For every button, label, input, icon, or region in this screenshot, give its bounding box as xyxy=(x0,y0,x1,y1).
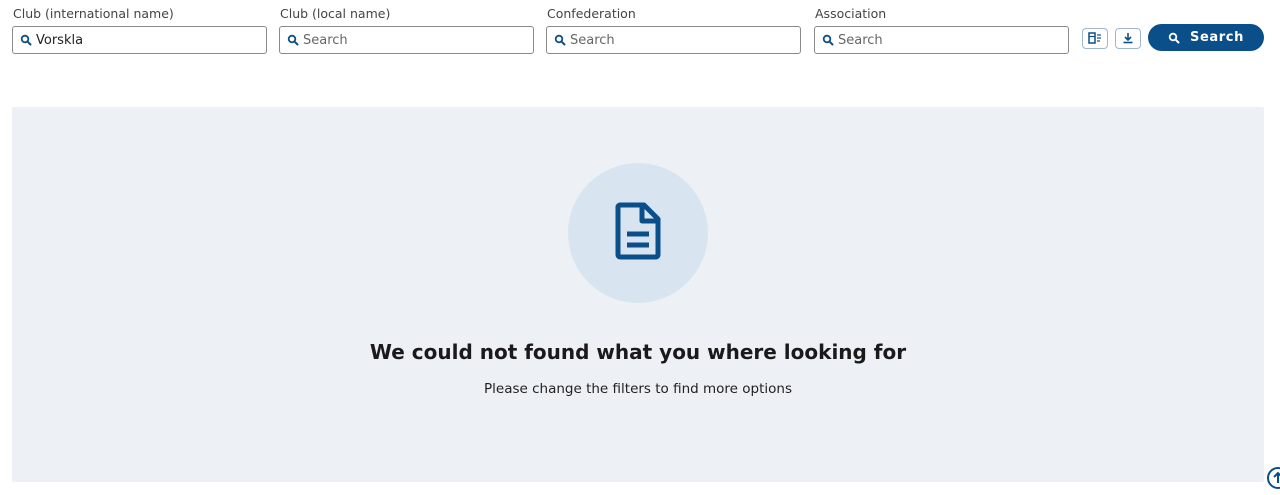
download-button[interactable] xyxy=(1115,28,1141,49)
club-international-label: Club (international name) xyxy=(13,6,174,21)
club-local-input[interactable] xyxy=(303,32,523,48)
association-input[interactable] xyxy=(838,32,1058,48)
association-input-box[interactable] xyxy=(814,26,1069,54)
empty-state-panel: We could not found what you where lookin… xyxy=(12,107,1264,482)
search-button[interactable]: Search xyxy=(1148,24,1264,51)
confederation-label: Confederation xyxy=(547,6,636,21)
empty-state-title: We could not found what you where lookin… xyxy=(369,340,907,364)
search-icon xyxy=(1168,32,1180,44)
confederation-field: Confederation xyxy=(546,6,802,54)
download-icon xyxy=(1122,29,1134,48)
confederation-input-box[interactable] xyxy=(546,26,801,54)
filter-bar: Club (international name) Club (local na… xyxy=(0,0,1280,60)
search-icon xyxy=(822,34,834,46)
scroll-up-icon[interactable] xyxy=(1266,466,1280,490)
document-icon xyxy=(614,202,662,264)
search-icon xyxy=(20,34,32,46)
export-columns-button[interactable] xyxy=(1082,28,1108,49)
search-icon xyxy=(287,34,299,46)
search-button-label: Search xyxy=(1190,30,1244,45)
club-international-field: Club (international name) xyxy=(12,6,268,54)
association-label: Association xyxy=(815,6,887,21)
table-export-icon xyxy=(1088,29,1102,48)
empty-state-subtitle: Please change the filters to find more o… xyxy=(484,381,792,397)
club-local-input-box[interactable] xyxy=(279,26,534,54)
association-field: Association xyxy=(814,6,1070,54)
club-international-input-box[interactable] xyxy=(12,26,267,54)
club-local-label: Club (local name) xyxy=(280,6,391,21)
club-local-field: Club (local name) xyxy=(279,6,535,54)
empty-state-illustration xyxy=(568,163,708,303)
club-international-input[interactable] xyxy=(36,32,256,48)
search-icon xyxy=(554,34,566,46)
confederation-input[interactable] xyxy=(570,32,790,48)
